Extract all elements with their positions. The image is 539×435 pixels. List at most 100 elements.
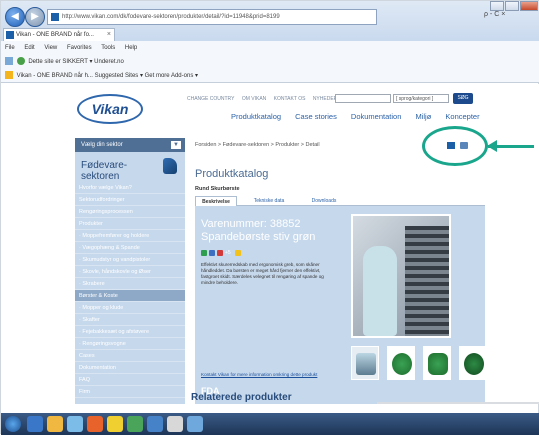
sector-select[interactable]: Vælg din sektor ▼ xyxy=(75,138,185,152)
product-name: Spandebørste stiv grøn xyxy=(201,231,316,243)
taskbar-app-icon[interactable] xyxy=(27,416,43,432)
vikan-logo[interactable]: Vikan xyxy=(77,94,143,124)
menu-edit[interactable]: Edit xyxy=(24,45,34,51)
product-number-text: Varenummer: 38852 xyxy=(201,218,301,230)
taskbar-app-icon[interactable] xyxy=(187,416,203,432)
address-controls[interactable]: ρ - C × xyxy=(484,11,505,18)
thumbnail-image[interactable] xyxy=(423,346,451,380)
taskbar-app-icon[interactable] xyxy=(47,416,63,432)
close-window-button[interactable] xyxy=(520,1,538,11)
maximize-button[interactable] xyxy=(505,1,519,11)
main-content: Forsiden > Fødevare-sektoren > Produkter… xyxy=(191,138,491,404)
menu-favorites[interactable]: Favorites xyxy=(67,45,92,51)
taskbar-app-icon[interactable] xyxy=(87,416,103,432)
tab-tekniske-data[interactable]: Tekniske data xyxy=(249,196,289,206)
sidebar-item[interactable]: · Skumudstyr og vandpistoler xyxy=(75,254,185,266)
tab-beskrivelse[interactable]: Beskrivelse xyxy=(195,196,237,206)
search-button[interactable]: SØG xyxy=(453,93,473,104)
nav-dokumentation[interactable]: Dokumentation xyxy=(351,112,401,121)
nav-produktkatalog[interactable]: Produktkatalog xyxy=(231,112,281,121)
favorites-star-icon xyxy=(5,71,13,80)
command-bar-text[interactable]: Dette site er SIKKERT ▾ Underet.no xyxy=(28,59,124,65)
sidebar-item[interactable]: · Skrabere xyxy=(75,278,185,290)
sidebar-item[interactable]: Cases xyxy=(75,350,185,362)
product-subtitle: Rund Skurbørste xyxy=(195,186,240,192)
back-button[interactable]: ◀ xyxy=(5,7,25,27)
menu-view[interactable]: View xyxy=(44,45,57,51)
sidebar-item[interactable]: Dokumentation xyxy=(75,362,185,374)
taskbar-app-icon[interactable] xyxy=(147,416,163,432)
product-description: Effektivt skurerredskab med ergonomisk g… xyxy=(201,262,324,285)
product-photo[interactable] xyxy=(351,214,451,338)
category-select[interactable]: [ sprog/kategori ] xyxy=(393,94,449,103)
tab-downloads[interactable]: Downloads xyxy=(305,196,343,206)
feature-badge-icon xyxy=(217,250,223,256)
feature-badge-icon xyxy=(201,250,207,256)
sector-select-label: Vælg din sektor xyxy=(81,142,123,148)
browser-tab[interactable]: Vikan - ONE BRAND når fo... × xyxy=(3,28,115,41)
taskbar-app-icon[interactable] xyxy=(167,416,183,432)
related-products-heading: Relaterede produkter xyxy=(191,392,292,403)
nav-koncepter[interactable]: Koncepter xyxy=(445,112,479,121)
main-nav: Produktkatalog Case stories Dokumentatio… xyxy=(231,112,492,121)
sidebar-item-active[interactable]: Børster & Koste xyxy=(75,290,185,302)
sidebar-item[interactable]: · Mopper og klude xyxy=(75,302,185,314)
menu-bar: File Edit View Favorites Tools Help xyxy=(1,41,539,55)
util-nav-change-country[interactable]: CHANGE COUNTRY xyxy=(187,96,234,102)
forward-button[interactable]: ▶ xyxy=(25,7,45,27)
minimize-button[interactable] xyxy=(490,1,504,11)
site-search-input[interactable] xyxy=(335,94,391,103)
sidebar-item[interactable]: FAQ xyxy=(75,374,185,386)
taskbar-app-icon[interactable] xyxy=(127,416,143,432)
thumbnail-image[interactable] xyxy=(387,346,415,380)
menu-tools[interactable]: Tools xyxy=(101,45,115,51)
site-favicon-icon xyxy=(51,13,59,21)
address-text: http://www.vikan.com/dk/fodevare-sektore… xyxy=(62,14,280,20)
brush-icon xyxy=(163,158,177,174)
address-bar[interactable]: http://www.vikan.com/dk/fodevare-sektore… xyxy=(47,9,377,25)
favorites-bar: Vikan - ONE BRAND når h... Suggested Sit… xyxy=(1,69,539,83)
rack-figure xyxy=(405,226,449,336)
contact-link[interactable]: Kontakt Vikan for mere information omkri… xyxy=(201,372,317,377)
thumbnail-image[interactable] xyxy=(351,346,379,380)
sidebar-item[interactable]: · Skovle, håndskovle og Øser xyxy=(75,266,185,278)
sidebar-item[interactable]: Hvorfor vælge Vikan? xyxy=(75,182,185,194)
favorites-links[interactable]: Vikan - ONE BRAND når h... Suggested Sit… xyxy=(17,73,198,79)
sidebar-item[interactable]: · Moppefremfører og holdere xyxy=(75,230,185,242)
sidebar-item[interactable]: Produkter xyxy=(75,218,185,230)
sidebar-item[interactable]: · Vægophæng & Spande xyxy=(75,242,185,254)
page-title: Produktkatalog xyxy=(195,168,269,180)
sector-heading: Fødevare- sektoren xyxy=(81,160,128,182)
menu-file[interactable]: File xyxy=(5,45,15,51)
sidebar-item[interactable]: · Rengøringsvogne xyxy=(75,338,185,350)
menu-help[interactable]: Help xyxy=(125,45,137,51)
tab-close-icon[interactable]: × xyxy=(107,29,111,41)
util-nav-nyheder[interactable]: NYHEDER xyxy=(313,96,337,102)
sidebar: Vælg din sektor ▼ Fødevare- sektoren Hvo… xyxy=(75,138,185,404)
feature-badge-icon xyxy=(234,250,241,256)
nav-case-stories[interactable]: Case stories xyxy=(295,112,337,121)
sidebar-item[interactable]: Sektorudfordringer xyxy=(75,194,185,206)
taskbar-app-icon[interactable] xyxy=(67,416,83,432)
thumbnail-strip xyxy=(351,346,495,380)
taskbar-app-icon[interactable] xyxy=(107,416,123,432)
product-number: Varenummer: 38852 Spandebørste stiv grøn xyxy=(201,218,315,244)
sidebar-item[interactable]: Firm xyxy=(75,386,185,398)
sidebar-item[interactable]: Rengøringsprocessen xyxy=(75,206,185,218)
sidebar-item[interactable]: · Fejebakkesæt og afstøvere xyxy=(75,326,185,338)
browser-title-bar: ◀ ▶ http://www.vikan.com/dk/fodevare-sek… xyxy=(1,1,539,41)
breadcrumb[interactable]: Forsiden > Fødevare-sektoren > Produkter… xyxy=(195,142,320,148)
util-nav-om-vikan[interactable]: OM VIKAN xyxy=(242,96,266,102)
command-bar: Dette site er SIKKERT ▾ Underet.no xyxy=(1,55,539,69)
nav-miljo[interactable]: Miljø xyxy=(415,112,431,121)
window-controls xyxy=(489,1,538,11)
related-panel xyxy=(377,402,539,404)
feature-badges: +5 xyxy=(201,250,243,256)
util-nav-kontakt[interactable]: KONTAKT OS xyxy=(274,96,306,102)
thumbnail-image[interactable] xyxy=(459,346,487,380)
start-button-icon[interactable] xyxy=(5,416,21,432)
secure-site-icon xyxy=(16,57,25,66)
tab-title: Vikan - ONE BRAND når fo... xyxy=(16,32,94,38)
addon-icon xyxy=(5,57,13,66)
sidebar-item[interactable]: · Skafter xyxy=(75,314,185,326)
